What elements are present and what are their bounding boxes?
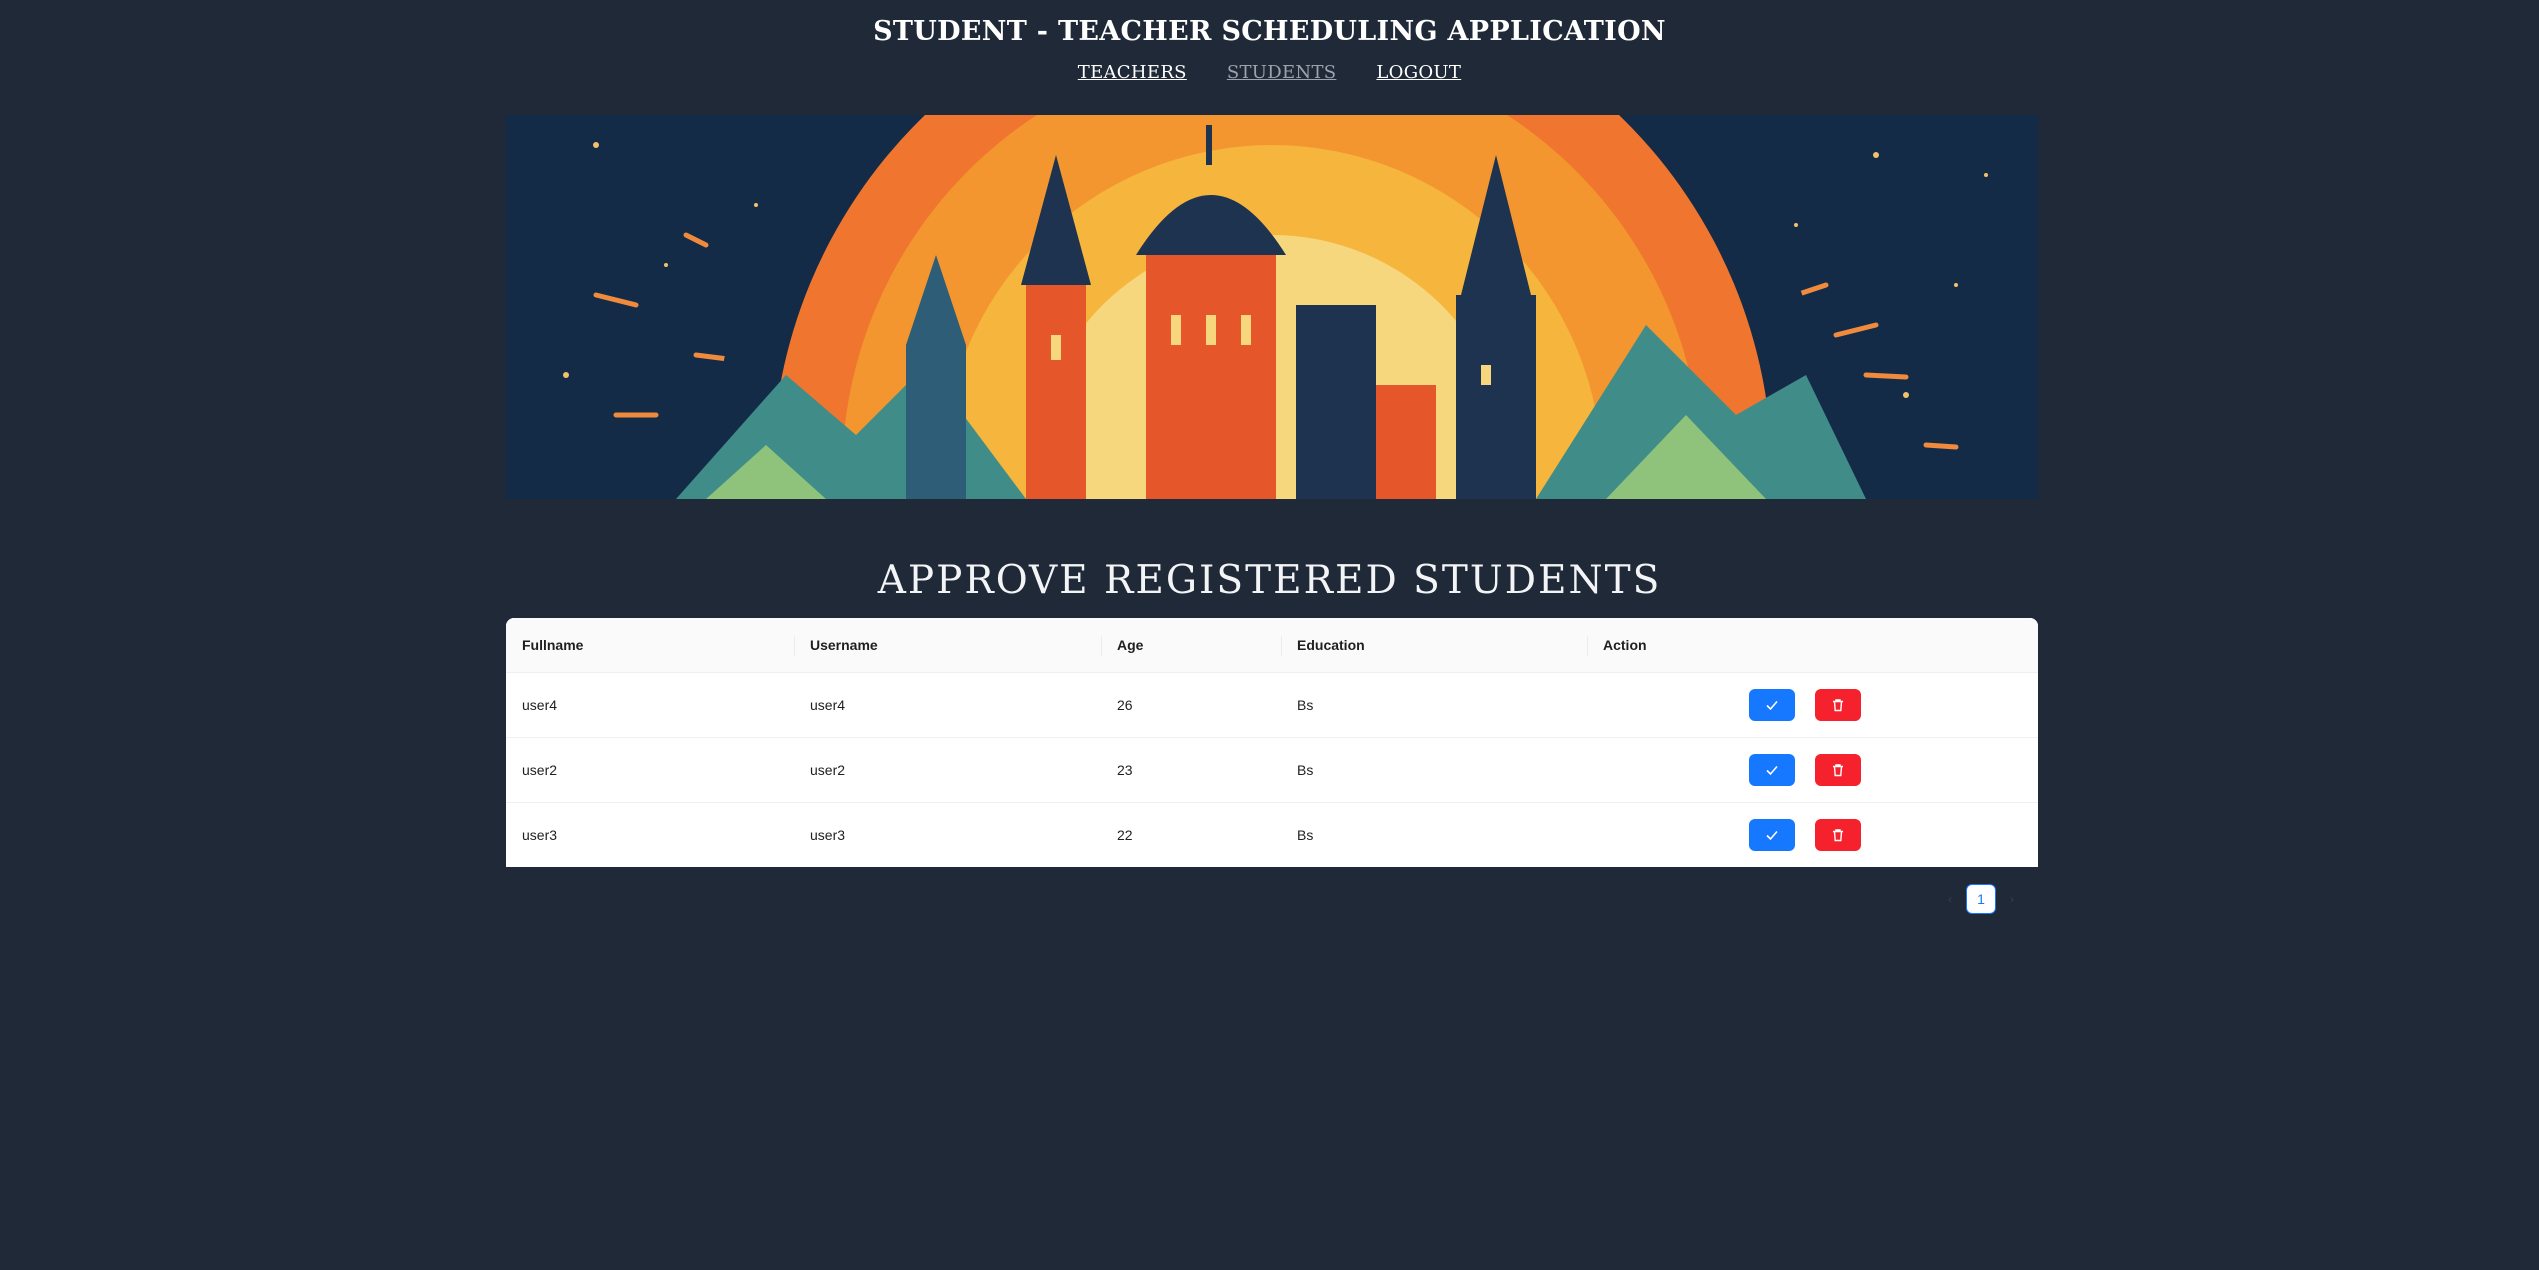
table-row: user3 user3 22 Bs xyxy=(506,803,2038,868)
cell-fullname: user4 xyxy=(506,672,794,738)
cell-age: 23 xyxy=(1101,737,1281,803)
delete-button[interactable] xyxy=(1815,819,1861,851)
students-table: Fullname Username Age Education Action u… xyxy=(506,618,2038,867)
column-education: Education xyxy=(1281,618,1587,673)
chevron-left-icon[interactable]: ‹ xyxy=(1940,892,1960,906)
cell-fullname: user2 xyxy=(506,737,794,803)
nav-logout[interactable]: LOGOUT xyxy=(1376,62,1461,83)
cell-action xyxy=(1587,737,2038,803)
nav-students[interactable]: STUDENTS xyxy=(1227,62,1337,83)
delete-button[interactable] xyxy=(1815,754,1861,786)
cell-action xyxy=(1587,672,2038,738)
column-fullname: Fullname xyxy=(506,618,794,673)
top-nav: TEACHERS STUDENTS LOGOUT xyxy=(0,62,2539,83)
page-1-button[interactable]: 1 xyxy=(1966,884,1996,914)
cell-action xyxy=(1587,803,2038,868)
delete-button[interactable] xyxy=(1815,689,1861,721)
trash-icon xyxy=(1833,764,1843,777)
cell-age: 22 xyxy=(1117,827,1133,843)
page-title: APPROVE REGISTERED STUDENTS xyxy=(877,558,1662,604)
table-row: user2 user2 23 Bs xyxy=(506,737,2038,803)
check-icon xyxy=(1766,765,1778,776)
pagination: ‹ 1 › xyxy=(1940,884,2022,914)
trash-icon xyxy=(1833,699,1843,712)
nav-teachers[interactable]: TEACHERS xyxy=(1078,62,1187,83)
cell-username: user3 xyxy=(810,827,846,843)
cell-username: user2 xyxy=(794,737,1101,803)
chevron-right-icon[interactable]: › xyxy=(2002,892,2022,906)
app-title: STUDENT - TEACHER SCHEDULING APPLICATION xyxy=(873,16,1666,47)
column-username: Username xyxy=(794,618,1101,673)
cell-education: Bs xyxy=(1281,672,1587,738)
cell-age: 26 xyxy=(1101,672,1281,738)
check-icon xyxy=(1766,830,1778,841)
trash-icon xyxy=(1833,829,1843,842)
check-icon xyxy=(1766,700,1778,711)
approve-button[interactable] xyxy=(1749,819,1795,851)
hero-banner-image xyxy=(506,115,2038,499)
cell-fullname: user3 xyxy=(522,827,558,843)
cell-education: Bs xyxy=(1281,737,1587,803)
approve-button[interactable] xyxy=(1749,754,1795,786)
column-age: Age xyxy=(1101,618,1281,673)
table-row: user4 user4 26 Bs xyxy=(506,672,2038,738)
column-action: Action xyxy=(1587,618,2038,673)
cell-education: Bs xyxy=(1297,827,1314,843)
cell-username: user4 xyxy=(794,672,1101,738)
table-header-row: Fullname Username Age Education Action xyxy=(506,618,2038,673)
approve-button[interactable] xyxy=(1749,689,1795,721)
